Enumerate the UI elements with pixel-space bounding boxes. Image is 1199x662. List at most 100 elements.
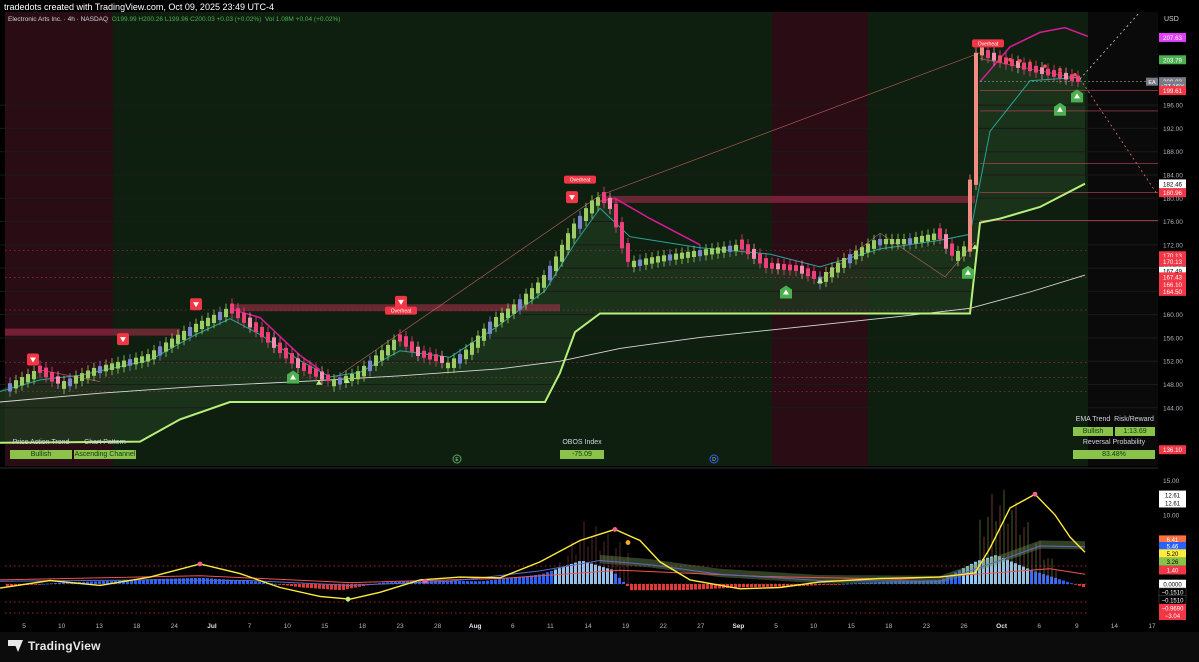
candle [542,275,546,288]
osc-histogram-bar [518,576,521,584]
currency-label[interactable]: USD [1164,16,1179,23]
tradingview-logo-icon [8,640,24,652]
sell-signal-icon [190,298,202,311]
price-badge-label: 199.61 [1163,88,1182,95]
osc-histogram-bar [322,584,325,589]
candle [158,346,162,356]
candle [122,360,126,368]
price-tick-label: 160.00 [1163,312,1183,319]
candle [632,260,636,268]
osc-histogram-bar [598,565,601,584]
candle [638,259,642,266]
time-tick-label: 27 [697,623,705,630]
tradingview-logo[interactable]: TradingView [8,639,101,653]
candle [656,256,660,263]
time-tick-label: Sep [732,623,744,630]
osc-histogram-bar [1070,583,1073,584]
candle [296,358,300,369]
osc-histogram-bar [94,581,97,584]
candle [236,308,240,319]
candle [32,370,36,380]
candle [488,321,492,334]
candle [548,265,552,281]
osc-histogram-bar [350,584,353,589]
risk-reward-label: Risk/Reward [1114,416,1154,423]
time-tick-label: 23 [923,623,931,630]
candle [446,362,450,369]
candle [770,262,774,269]
price-chart[interactable]: OverheatOverheatOverheatE D 144.00148.001… [0,0,1199,632]
candle [626,243,630,262]
candle [878,239,882,246]
candle [530,288,534,299]
osc-histogram-bar [314,584,317,589]
time-tick-label: 18 [133,623,141,630]
osc-histogram-bar [210,578,213,584]
candle [662,255,666,262]
candle [1058,71,1062,79]
candle [968,179,972,252]
osc-histogram-bar [62,582,65,584]
osc-histogram-bar [202,577,205,584]
candle [44,367,48,378]
osc-histogram-bar [246,580,249,584]
osc-histogram-bar [670,584,673,591]
candle [26,374,30,383]
candle [140,356,144,363]
osc-histogram-bar [762,584,765,587]
candle [146,354,150,362]
osc-histogram-bar [1050,576,1053,584]
price-badge: 199.61 [1159,86,1186,96]
osc-pivot-dot [625,540,631,545]
candle [380,350,384,361]
osc-histogram-bar [1030,570,1033,584]
time-tick-label: 10 [58,623,66,630]
osc-histogram-bar [750,584,753,588]
candle [116,361,120,369]
osc-badge: −0.9690 [1159,603,1186,613]
chart-pattern-label: Chart Pattern [84,439,126,446]
osc-histogram-bar [506,578,509,584]
osc-histogram-bar [502,578,505,584]
osc-histogram-bar [302,584,305,588]
osc-histogram-bar [38,584,41,585]
candle [908,238,912,245]
candle [896,239,900,245]
osc-histogram-bar [218,579,221,584]
candle [800,265,804,274]
candle [704,249,708,256]
time-tick-label: Aug [469,623,482,630]
candle [860,247,864,256]
osc-histogram-bar [842,583,845,585]
osc-histogram-bar [550,570,553,584]
osc-histogram-bar [186,578,189,584]
candle [164,342,168,352]
osc-histogram-bar [510,577,513,584]
chart-credit: tradedots created with TradingView.com, … [4,2,274,12]
symbol-legend[interactable]: Electronic Arts Inc. · 4h · NASDAQ O199.… [8,16,340,23]
candle [428,352,432,360]
candle [80,373,84,382]
osc-histogram-bar [774,584,777,587]
candle [74,375,78,384]
time-tick-label: 14 [584,623,592,630]
osc-histogram-bar [498,579,501,584]
candle [434,354,438,362]
osc-histogram-bar [238,580,241,584]
candle [386,344,390,356]
osc-badge-label: 3.26 [1167,560,1179,566]
candle [680,252,684,259]
osc-pivot-dot [422,578,428,584]
candle [572,223,576,239]
candle [500,312,504,323]
osc-histogram-bar [318,584,321,589]
osc-histogram-bar [478,581,481,584]
candle [56,376,60,384]
bearish-zone [772,12,868,466]
candle [560,244,564,262]
candle [590,200,594,214]
osc-histogram-bar [34,584,37,585]
osc-badge: −0.1510 [1158,595,1187,605]
candle [758,253,762,264]
osc-histogram-bar [826,584,829,585]
